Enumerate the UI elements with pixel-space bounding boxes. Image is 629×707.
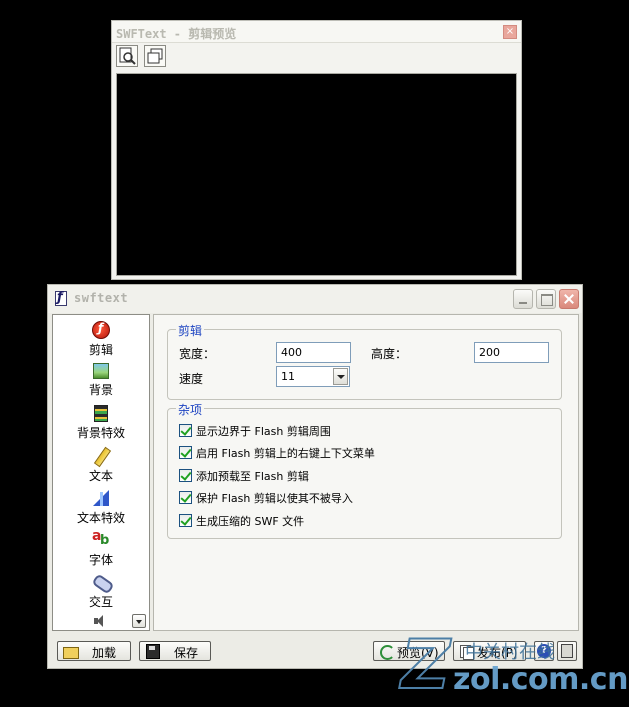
sidebar-item-background-effects[interactable]: 背景特效 bbox=[53, 405, 149, 441]
zoom-preview-icon bbox=[119, 47, 136, 65]
show-border-label: 显示边界于 Flash 剪辑周围 bbox=[196, 425, 331, 438]
font-icon bbox=[92, 528, 110, 549]
clip-group: 剪辑 宽度： 400 高度： 200 速度 11 bbox=[167, 322, 562, 400]
watermark-tagline: 中关村在线 bbox=[465, 642, 555, 663]
film-strip-icon bbox=[94, 405, 108, 422]
preloader-checkbox[interactable] bbox=[179, 469, 192, 482]
compress-swf-label: 生成压缩的 SWF 文件 bbox=[196, 515, 305, 528]
clip-group-legend: 剪辑 bbox=[176, 322, 205, 339]
sidebar: 剪辑 背景 背景特效 文本 文本特效 字体 交互 bbox=[52, 314, 150, 631]
fit-window-button[interactable] bbox=[143, 45, 166, 67]
show-border-checkbox[interactable] bbox=[179, 424, 192, 437]
sidebar-scroll-down-button[interactable] bbox=[132, 614, 146, 628]
link-icon bbox=[92, 573, 110, 591]
main-window-title: swftext bbox=[74, 291, 129, 305]
sidebar-item-text-effects[interactable]: 文本特效 bbox=[53, 489, 149, 526]
app-icon bbox=[55, 290, 67, 306]
sidebar-item-background[interactable]: 背景 bbox=[53, 363, 149, 398]
sidebar-item-label: 字体 bbox=[88, 553, 113, 567]
sidebar-item-label: 背景 bbox=[88, 383, 113, 397]
load-button[interactable]: 加载 bbox=[57, 641, 131, 661]
speed-select[interactable]: 11 bbox=[276, 366, 350, 387]
compress-swf-checkbox[interactable] bbox=[179, 514, 192, 527]
sidebar-item-clip[interactable]: 剪辑 bbox=[53, 321, 149, 358]
save-button-label: 保存 bbox=[174, 646, 199, 660]
zoom-preview-button[interactable] bbox=[116, 45, 138, 67]
preloader-label: 添加预载至 Flash 剪辑 bbox=[196, 470, 309, 483]
protect-import-label: 保护 Flash 剪辑以使其不被导入 bbox=[196, 492, 353, 505]
preview-canvas bbox=[116, 73, 517, 276]
context-menu-label: 启用 Flash 剪辑上的右键上下文菜单 bbox=[196, 447, 375, 460]
maximize-button[interactable] bbox=[536, 289, 556, 309]
sidebar-item-font[interactable]: 字体 bbox=[53, 528, 149, 568]
minimize-button[interactable] bbox=[513, 289, 533, 309]
protect-import-checkbox[interactable] bbox=[179, 491, 192, 504]
preview-titlebar[interactable]: SWFText - 剪辑预览 × bbox=[112, 21, 521, 43]
background-image-icon bbox=[93, 363, 109, 379]
main-titlebar[interactable]: swftext bbox=[48, 285, 582, 313]
settings-panel: 剪辑 宽度： 400 高度： 200 速度 11 杂项 显示边界于 Flash … bbox=[153, 314, 579, 631]
sidebar-item-label: 文本特效 bbox=[76, 511, 125, 525]
sidebar-item-label: 背景特效 bbox=[76, 426, 125, 440]
watermark-domain: zol.com.cn bbox=[453, 662, 628, 697]
pencil-icon bbox=[92, 447, 110, 465]
preview-toolbar bbox=[116, 45, 168, 67]
save-button[interactable]: 保存 bbox=[139, 641, 211, 661]
preview-close-button[interactable]: × bbox=[503, 25, 517, 39]
chevron-down-icon[interactable] bbox=[333, 368, 348, 385]
close-button[interactable] bbox=[559, 289, 579, 309]
sidebar-item-label: 剪辑 bbox=[88, 343, 113, 357]
sidebar-item-label: 文本 bbox=[88, 469, 113, 483]
misc-group: 杂项 显示边界于 Flash 剪辑周围 启用 Flash 剪辑上的右键上下文菜单… bbox=[167, 401, 562, 539]
width-input[interactable]: 400 bbox=[276, 342, 351, 363]
misc-group-legend: 杂项 bbox=[176, 401, 205, 418]
speed-select-value: 11 bbox=[281, 370, 295, 383]
zol-logo-icon: Z bbox=[400, 626, 451, 705]
preview-window-title: SWFText - 剪辑预览 bbox=[116, 27, 237, 41]
folder-open-icon bbox=[62, 644, 79, 659]
speed-label: 速度 bbox=[179, 372, 204, 386]
sidebar-item-interaction[interactable]: 交互 bbox=[53, 573, 149, 610]
context-menu-checkbox[interactable] bbox=[179, 446, 192, 459]
refresh-icon bbox=[378, 644, 395, 660]
height-input[interactable]: 200 bbox=[474, 342, 549, 363]
flash-clip-icon bbox=[92, 321, 110, 339]
zol-watermark: Z 中关村在线 zol.com.cn bbox=[395, 626, 628, 705]
fit-window-icon bbox=[147, 48, 163, 64]
main-window: swftext 剪辑 背景 背景特效 文本 文本特效 字体 bbox=[47, 284, 583, 669]
sidebar-item-text[interactable]: 文本 bbox=[53, 447, 149, 484]
text-effect-icon bbox=[92, 489, 110, 507]
speaker-icon[interactable] bbox=[93, 614, 107, 628]
load-button-label: 加载 bbox=[92, 646, 117, 660]
width-label: 宽度： bbox=[179, 347, 216, 361]
sidebar-item-label: 交互 bbox=[88, 595, 113, 609]
floppy-disk-icon bbox=[144, 644, 160, 659]
preview-window: SWFText - 剪辑预览 × bbox=[111, 20, 522, 280]
height-label: 高度： bbox=[371, 347, 408, 361]
